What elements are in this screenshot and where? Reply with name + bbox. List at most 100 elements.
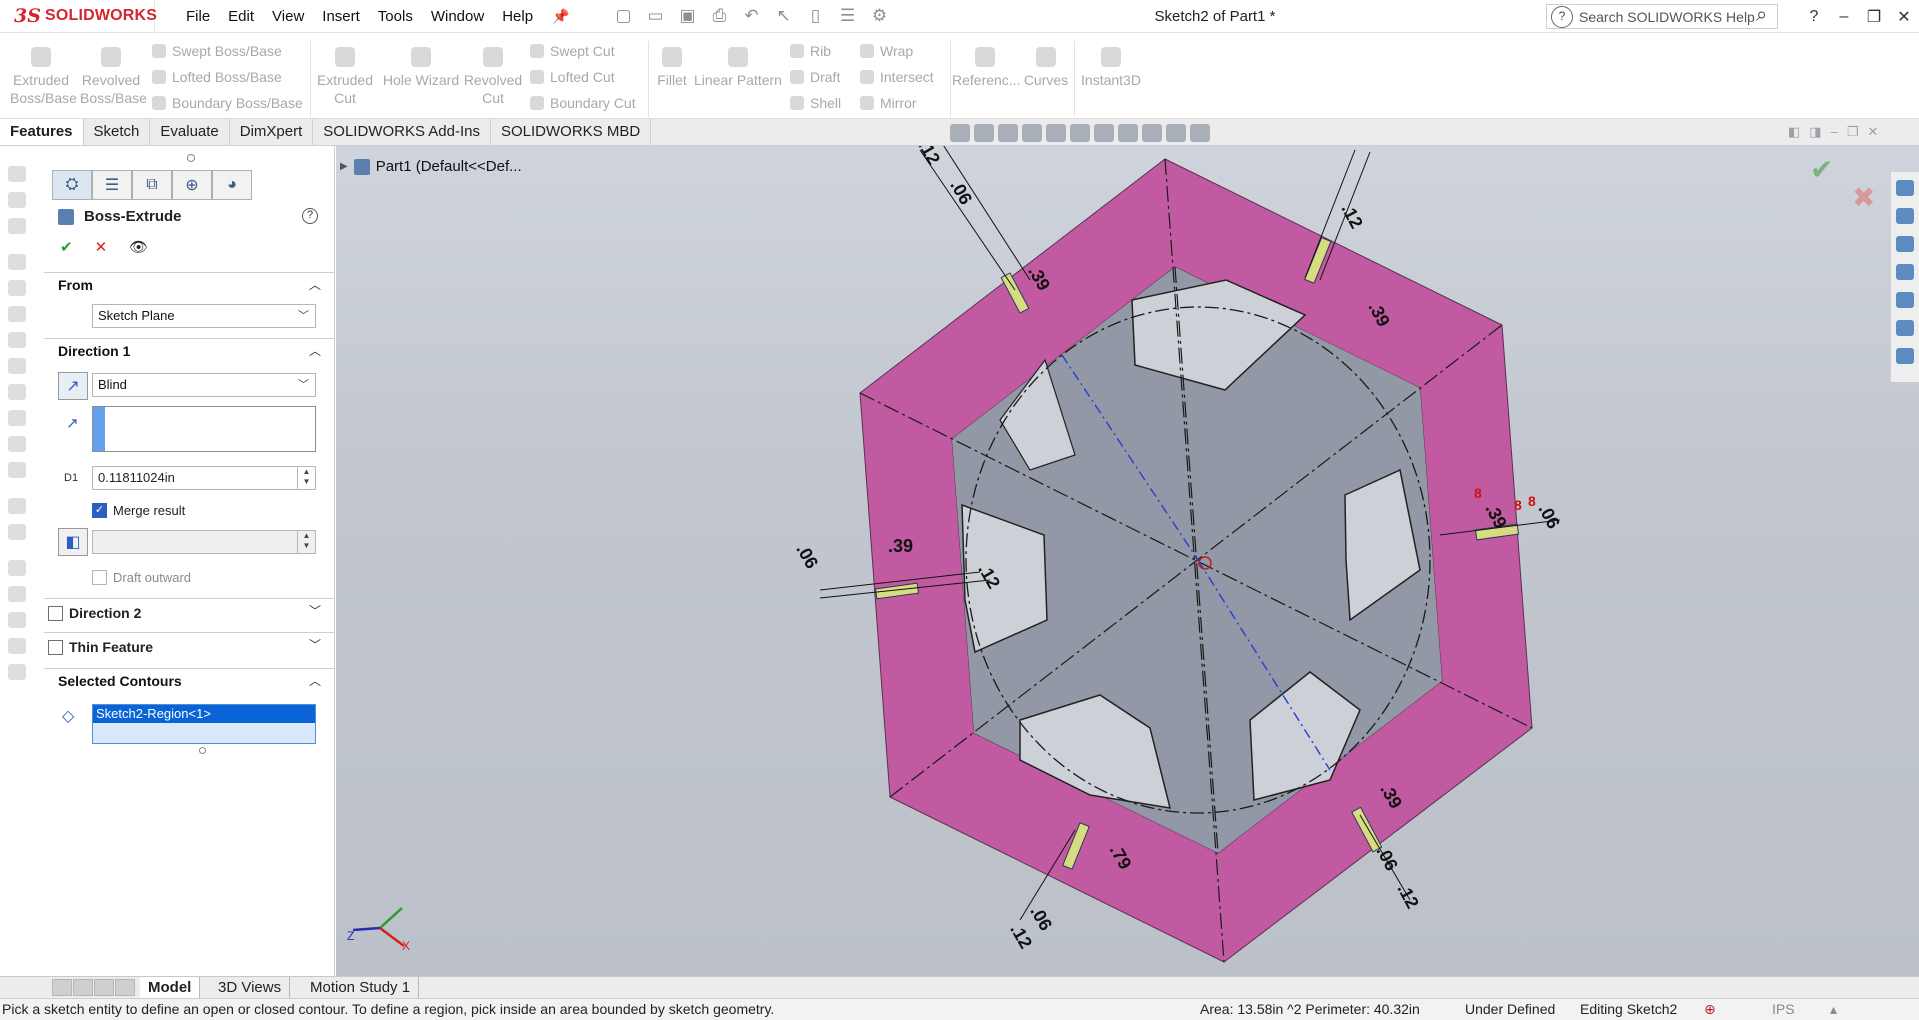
search-icon[interactable]: ⌕ xyxy=(1756,4,1767,27)
collapse-chevron-icon[interactable]: ︿ xyxy=(309,276,321,293)
section-view-icon[interactable] xyxy=(1022,124,1042,142)
contour-list-item[interactable]: Sketch2-Region<1> xyxy=(93,705,315,723)
status-units[interactable]: IPS xyxy=(1772,999,1795,1020)
tool-icon[interactable] xyxy=(8,560,26,576)
lofted-cut-button[interactable]: Lofted Cut xyxy=(530,69,615,85)
direction-selection-box[interactable] xyxy=(92,406,316,452)
menu-edit[interactable]: Edit xyxy=(219,0,263,33)
lofted-boss-button[interactable]: Lofted Boss/Base xyxy=(152,69,282,85)
tab-addins[interactable]: SOLIDWORKS Add-Ins xyxy=(313,119,491,145)
ok-check-icon[interactable]: ✔ xyxy=(60,238,73,256)
from-header[interactable]: From xyxy=(58,273,335,297)
direction2-checkbox[interactable]: Direction 2 xyxy=(48,605,141,621)
help-dropdown-icon[interactable]: ? xyxy=(1799,8,1829,26)
intersect-button[interactable]: Intersect xyxy=(860,69,934,85)
tool-icon[interactable] xyxy=(8,332,26,348)
tool-icon[interactable] xyxy=(8,586,26,602)
view-settings-icon[interactable] xyxy=(1190,124,1210,142)
fillet-button[interactable]: Fillet xyxy=(652,47,692,89)
shell-button[interactable]: Shell xyxy=(790,95,841,111)
next-tab-icon[interactable] xyxy=(94,979,114,996)
resources-icon[interactable] xyxy=(1896,208,1914,224)
restore-icon[interactable]: ❐ xyxy=(1859,7,1889,27)
tab-features[interactable]: Features xyxy=(0,119,84,145)
help-icon[interactable]: ? xyxy=(302,208,318,224)
undo-icon[interactable]: ↶ xyxy=(737,6,765,26)
pin-icon[interactable]: 📌 xyxy=(552,8,569,25)
selected-contours-header[interactable]: Selected Contours xyxy=(58,669,335,693)
linear-pattern-button[interactable]: Linear Pattern xyxy=(694,47,782,89)
draft-angle-spinner[interactable]: ▲ ▼ xyxy=(92,530,316,554)
prev-tab-icon[interactable] xyxy=(73,979,93,996)
hole-wizard-button[interactable]: Hole Wizard xyxy=(380,47,462,89)
tab-model[interactable]: Model xyxy=(140,977,201,998)
swept-boss-button[interactable]: Swept Boss/Base xyxy=(152,43,282,59)
file-explorer-icon[interactable] xyxy=(1896,236,1914,252)
units-dropdown-icon[interactable]: ▴ xyxy=(1830,999,1837,1020)
tool-icon[interactable] xyxy=(8,384,26,400)
tool-icon[interactable] xyxy=(8,638,26,654)
rebuild-icon[interactable]: ▯ xyxy=(801,6,829,26)
feature-manager-tab-icon[interactable]: ⛭ xyxy=(52,170,92,200)
resize-grip[interactable] xyxy=(187,154,195,162)
print-icon[interactable]: ⎙ xyxy=(705,6,733,26)
close-icon[interactable]: ✕ xyxy=(1889,7,1919,27)
tab-sketch[interactable]: Sketch xyxy=(84,119,151,145)
cancel-x-icon[interactable]: ✕ xyxy=(95,238,108,256)
menu-window[interactable]: Window xyxy=(422,0,493,33)
tool-icon[interactable] xyxy=(8,254,26,270)
file-properties-icon[interactable]: ☰ xyxy=(833,6,861,26)
tool-icon[interactable] xyxy=(8,664,26,680)
tool-icon[interactable] xyxy=(8,524,26,540)
last-tab-icon[interactable] xyxy=(115,979,135,996)
menu-file[interactable]: File xyxy=(177,0,219,33)
extruded-boss-button[interactable]: Extruded Boss/Base xyxy=(10,47,77,107)
menu-view[interactable]: View xyxy=(263,0,313,33)
mirror-button[interactable]: Mirror xyxy=(860,95,917,111)
edit-appearance-icon[interactable] xyxy=(1142,124,1162,142)
first-tab-icon[interactable] xyxy=(52,979,72,996)
home-icon[interactable] xyxy=(1896,180,1914,196)
tool-icon[interactable] xyxy=(8,498,26,514)
direction1-header[interactable]: Direction 1 xyxy=(58,339,335,363)
viewport-restore-icon[interactable]: ❐ xyxy=(1847,124,1859,140)
property-manager-tab-icon[interactable]: ☰ xyxy=(92,170,132,200)
menu-tools[interactable]: Tools xyxy=(369,0,422,33)
tool-icon[interactable] xyxy=(8,436,26,452)
forum-icon[interactable] xyxy=(1896,348,1914,364)
draft-outward-checkbox[interactable]: Draft outward xyxy=(92,570,191,585)
new-icon[interactable]: ▢ xyxy=(609,6,637,26)
rebuild-indicator-icon[interactable]: ⊕ xyxy=(1704,999,1716,1020)
tool-icon[interactable] xyxy=(8,612,26,628)
end-condition-dropdown[interactable]: Blind ﹀ xyxy=(92,373,316,397)
tool-icon[interactable] xyxy=(8,166,26,182)
options-gear-icon[interactable]: ⚙ xyxy=(865,6,893,26)
depth-spinner[interactable]: 0.11811024in ▲ ▼ xyxy=(92,466,316,490)
tile-left-icon[interactable]: ◧ xyxy=(1788,124,1800,140)
menu-help[interactable]: Help xyxy=(493,0,542,33)
expand-chevron-icon[interactable]: ﹀ xyxy=(309,636,321,653)
extruded-cut-button[interactable]: Extruded Cut xyxy=(314,47,376,107)
tab-dimxpert[interactable]: DimXpert xyxy=(230,119,314,145)
viewport-minimize-icon[interactable]: – xyxy=(1831,124,1838,140)
boundary-boss-button[interactable]: Boundary Boss/Base xyxy=(152,95,303,111)
model-viewport[interactable]: .12 .06 .39 .12 .39 .39 .06 .39 .06 .12 … xyxy=(336,146,1890,976)
solidworks-logo[interactable]: 3S SOLIDWORKS xyxy=(0,0,157,33)
apply-scene-icon[interactable] xyxy=(1166,124,1186,142)
revolved-cut-button[interactable]: Revolved Cut xyxy=(462,47,524,107)
display-style-icon[interactable] xyxy=(1094,124,1114,142)
tool-icon[interactable] xyxy=(8,280,26,296)
draft-toggle-button[interactable]: ◧ xyxy=(58,528,88,556)
wrap-button[interactable]: Wrap xyxy=(860,43,913,59)
tool-icon[interactable] xyxy=(8,358,26,374)
view-palette-icon[interactable] xyxy=(1896,264,1914,280)
tab-motion-study[interactable]: Motion Study 1 xyxy=(302,977,420,998)
tool-icon[interactable] xyxy=(8,410,26,426)
tab-mbd[interactable]: SOLIDWORKS MBD xyxy=(491,119,652,145)
draft-button[interactable]: Draft xyxy=(790,69,840,85)
custom-properties-icon[interactable] xyxy=(1896,320,1914,336)
tool-icon[interactable] xyxy=(8,218,26,234)
zoom-area-icon[interactable] xyxy=(974,124,994,142)
dynamic-annotation-icon[interactable] xyxy=(1046,124,1066,142)
tool-icon[interactable] xyxy=(8,462,26,478)
